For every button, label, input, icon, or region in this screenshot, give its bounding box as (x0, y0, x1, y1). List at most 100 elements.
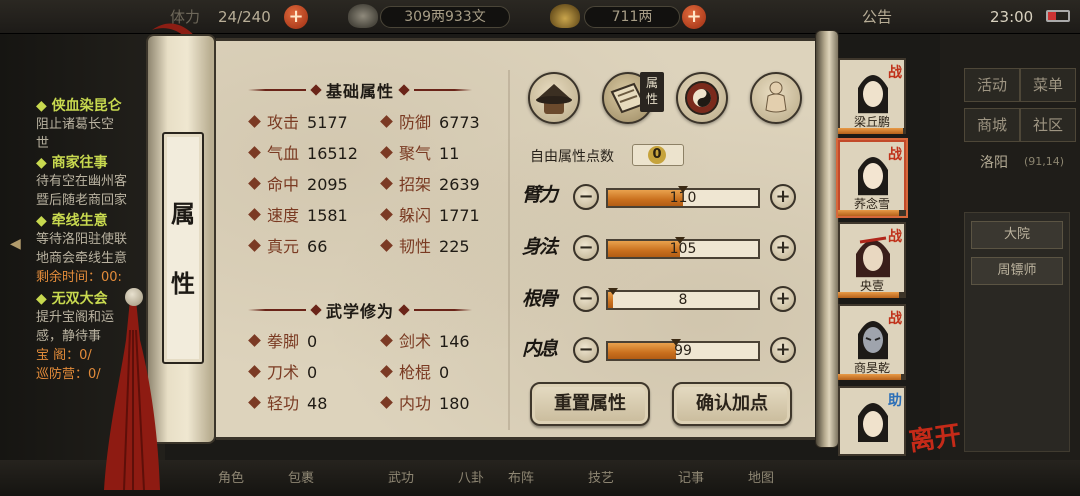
party-member[interactable]: 战 荞念雪 (838, 140, 906, 216)
decrease-inner-breath-button[interactable]: − (573, 337, 599, 363)
quest-desc: 等待洛阳驻使联 地商会牵线生意 (36, 232, 128, 266)
quest-title[interactable]: ◆ 侠血染昆仑 (36, 95, 122, 115)
clock: 23:00 (990, 8, 1034, 26)
quest-title[interactable]: ◆ 商家往事 (36, 152, 108, 172)
party-member[interactable]: 助 (838, 386, 906, 456)
base-section-header: 基础属性 (248, 80, 473, 101)
tassel-icon (104, 300, 160, 490)
money-display: 309两933文 (380, 6, 510, 28)
scroll-title-char: 性 (171, 269, 195, 298)
stat-sword: 剑术 146 (380, 331, 470, 353)
constitution-value: 8 (678, 292, 688, 308)
stat-blade: 刀术 0 (248, 362, 317, 384)
add-stamina-button[interactable]: + (284, 5, 308, 29)
character-portrait-icon (858, 75, 888, 114)
increase-inner-breath-button[interactable]: + (770, 337, 796, 363)
npc-list-item[interactable]: 周镖师 (971, 257, 1063, 285)
npc-list-item[interactable]: 大院 (971, 221, 1063, 249)
stat-fist: 拳脚 0 (248, 331, 317, 353)
stat-chi: 聚气 11 (380, 143, 459, 165)
decrease-agility-button[interactable]: − (573, 235, 599, 261)
attr-name-agility: 身法 (522, 236, 558, 258)
constitution-bar: 8 (606, 288, 760, 310)
bottom-tab[interactable]: 角色 (200, 464, 262, 494)
strength-bar: 110 (606, 186, 760, 208)
attr-name-constitution: 根骨 (522, 288, 558, 310)
panel-divider (508, 70, 510, 430)
hat-icon[interactable] (528, 72, 580, 124)
stat-dodge: 躲闪 1771 (380, 205, 480, 227)
add-gold-button[interactable]: + (682, 5, 706, 29)
increase-strength-button[interactable]: + (770, 184, 796, 210)
stat-toughness: 韧性 225 (380, 236, 470, 258)
party-member[interactable]: 战 央壹 (838, 222, 906, 298)
shop-button[interactable]: 商城 (964, 108, 1020, 142)
bottom-tab[interactable]: 武功 (370, 464, 432, 494)
stat-parry: 招架 2639 (380, 174, 480, 196)
bottom-tab[interactable]: 布阵 (490, 464, 552, 494)
scroll-title-card: 属 性 (162, 132, 204, 364)
community-button[interactable]: 社区 (1020, 108, 1076, 142)
martial-section-header: 武学修为 (248, 300, 473, 321)
character-portrait-icon (858, 321, 888, 360)
bottom-tab[interactable]: 记事 (660, 464, 722, 494)
bottom-tab[interactable]: 地图 (730, 464, 792, 494)
attr-name-strength: 臂力 (522, 184, 558, 206)
quest-desc: 阻止诸葛长空世 (36, 117, 115, 151)
npc-list: 大院 周镖师 (964, 212, 1070, 452)
attr-name-inner-breath: 内息 (522, 338, 558, 360)
character-portrait-icon (858, 157, 888, 196)
role-tag: 战 (888, 65, 902, 81)
activity-button[interactable]: 活动 (964, 68, 1020, 102)
battery-icon (1046, 10, 1070, 22)
stat-speed: 速度 1581 (248, 205, 348, 227)
reset-attributes-button[interactable]: 重置属性 (530, 382, 650, 426)
bottom-tab[interactable]: 技艺 (570, 464, 632, 494)
role-tag: 助 (888, 393, 902, 409)
notice-button[interactable]: 公告 (862, 6, 892, 28)
quest-timer: 剩余时间：00: (36, 270, 122, 285)
free-points-label: 自由属性点数 (530, 149, 614, 165)
confirm-points-button[interactable]: 确认加点 (672, 382, 792, 426)
stat-lightness: 轻功 48 (248, 393, 327, 415)
silver-ingot-icon (348, 4, 378, 28)
inner-breath-bar: 99 (606, 339, 760, 361)
strength-value: 110 (669, 190, 697, 206)
quest-title[interactable]: ◆ 无双大会 (36, 288, 108, 308)
party-hp-bar (838, 374, 906, 380)
increase-constitution-button[interactable]: + (770, 286, 796, 312)
party-member[interactable]: 战 梁丘鹏 (838, 58, 906, 134)
character-portrait-icon (858, 403, 888, 442)
base-section-title: 基础属性 (326, 82, 395, 101)
role-tag: 战 (888, 311, 902, 327)
scroll-title-char: 属 (171, 199, 195, 228)
stat-inner-art: 内功 180 (380, 393, 470, 415)
decrease-constitution-button[interactable]: − (573, 286, 599, 312)
stat-accuracy: 命中 2095 (248, 174, 348, 196)
tassel-knot-icon (125, 288, 143, 306)
collapse-arrow-icon[interactable]: ◀ (10, 236, 21, 252)
party-hp-bar (838, 210, 906, 216)
attributes-tab-badge: 属性 (640, 72, 664, 112)
quest-desc: 待有空在幽州客 暨后随老商回家 (36, 174, 128, 208)
yin-yang-icon[interactable] (676, 72, 728, 124)
role-tag: 战 (888, 147, 902, 163)
decrease-strength-button[interactable]: − (573, 184, 599, 210)
stat-spear: 枪棍 0 (380, 362, 449, 384)
party-member[interactable]: 战 商昊乾 (838, 304, 906, 380)
party-hp-bar (838, 292, 906, 298)
stat-true-essence: 真元 66 (248, 236, 327, 258)
bottom-tab[interactable]: 包裹 (270, 464, 332, 494)
quest-title[interactable]: ◆ 牵线生意 (36, 210, 108, 230)
menu-button[interactable]: 菜单 (1020, 68, 1076, 102)
leave-button[interactable]: 离开 (905, 409, 966, 470)
gold-display: 711两 (584, 6, 680, 28)
location-name: 洛阳 (980, 155, 1008, 171)
stat-attack: 攻击 5177 (248, 112, 348, 134)
character-portrait-icon (856, 236, 890, 278)
stat-defense: 防御 6773 (380, 112, 480, 134)
gold-ingot-icon (550, 4, 580, 28)
meridian-figure-icon[interactable] (750, 72, 802, 124)
increase-agility-button[interactable]: + (770, 235, 796, 261)
martial-section-title: 武学修为 (326, 302, 395, 321)
